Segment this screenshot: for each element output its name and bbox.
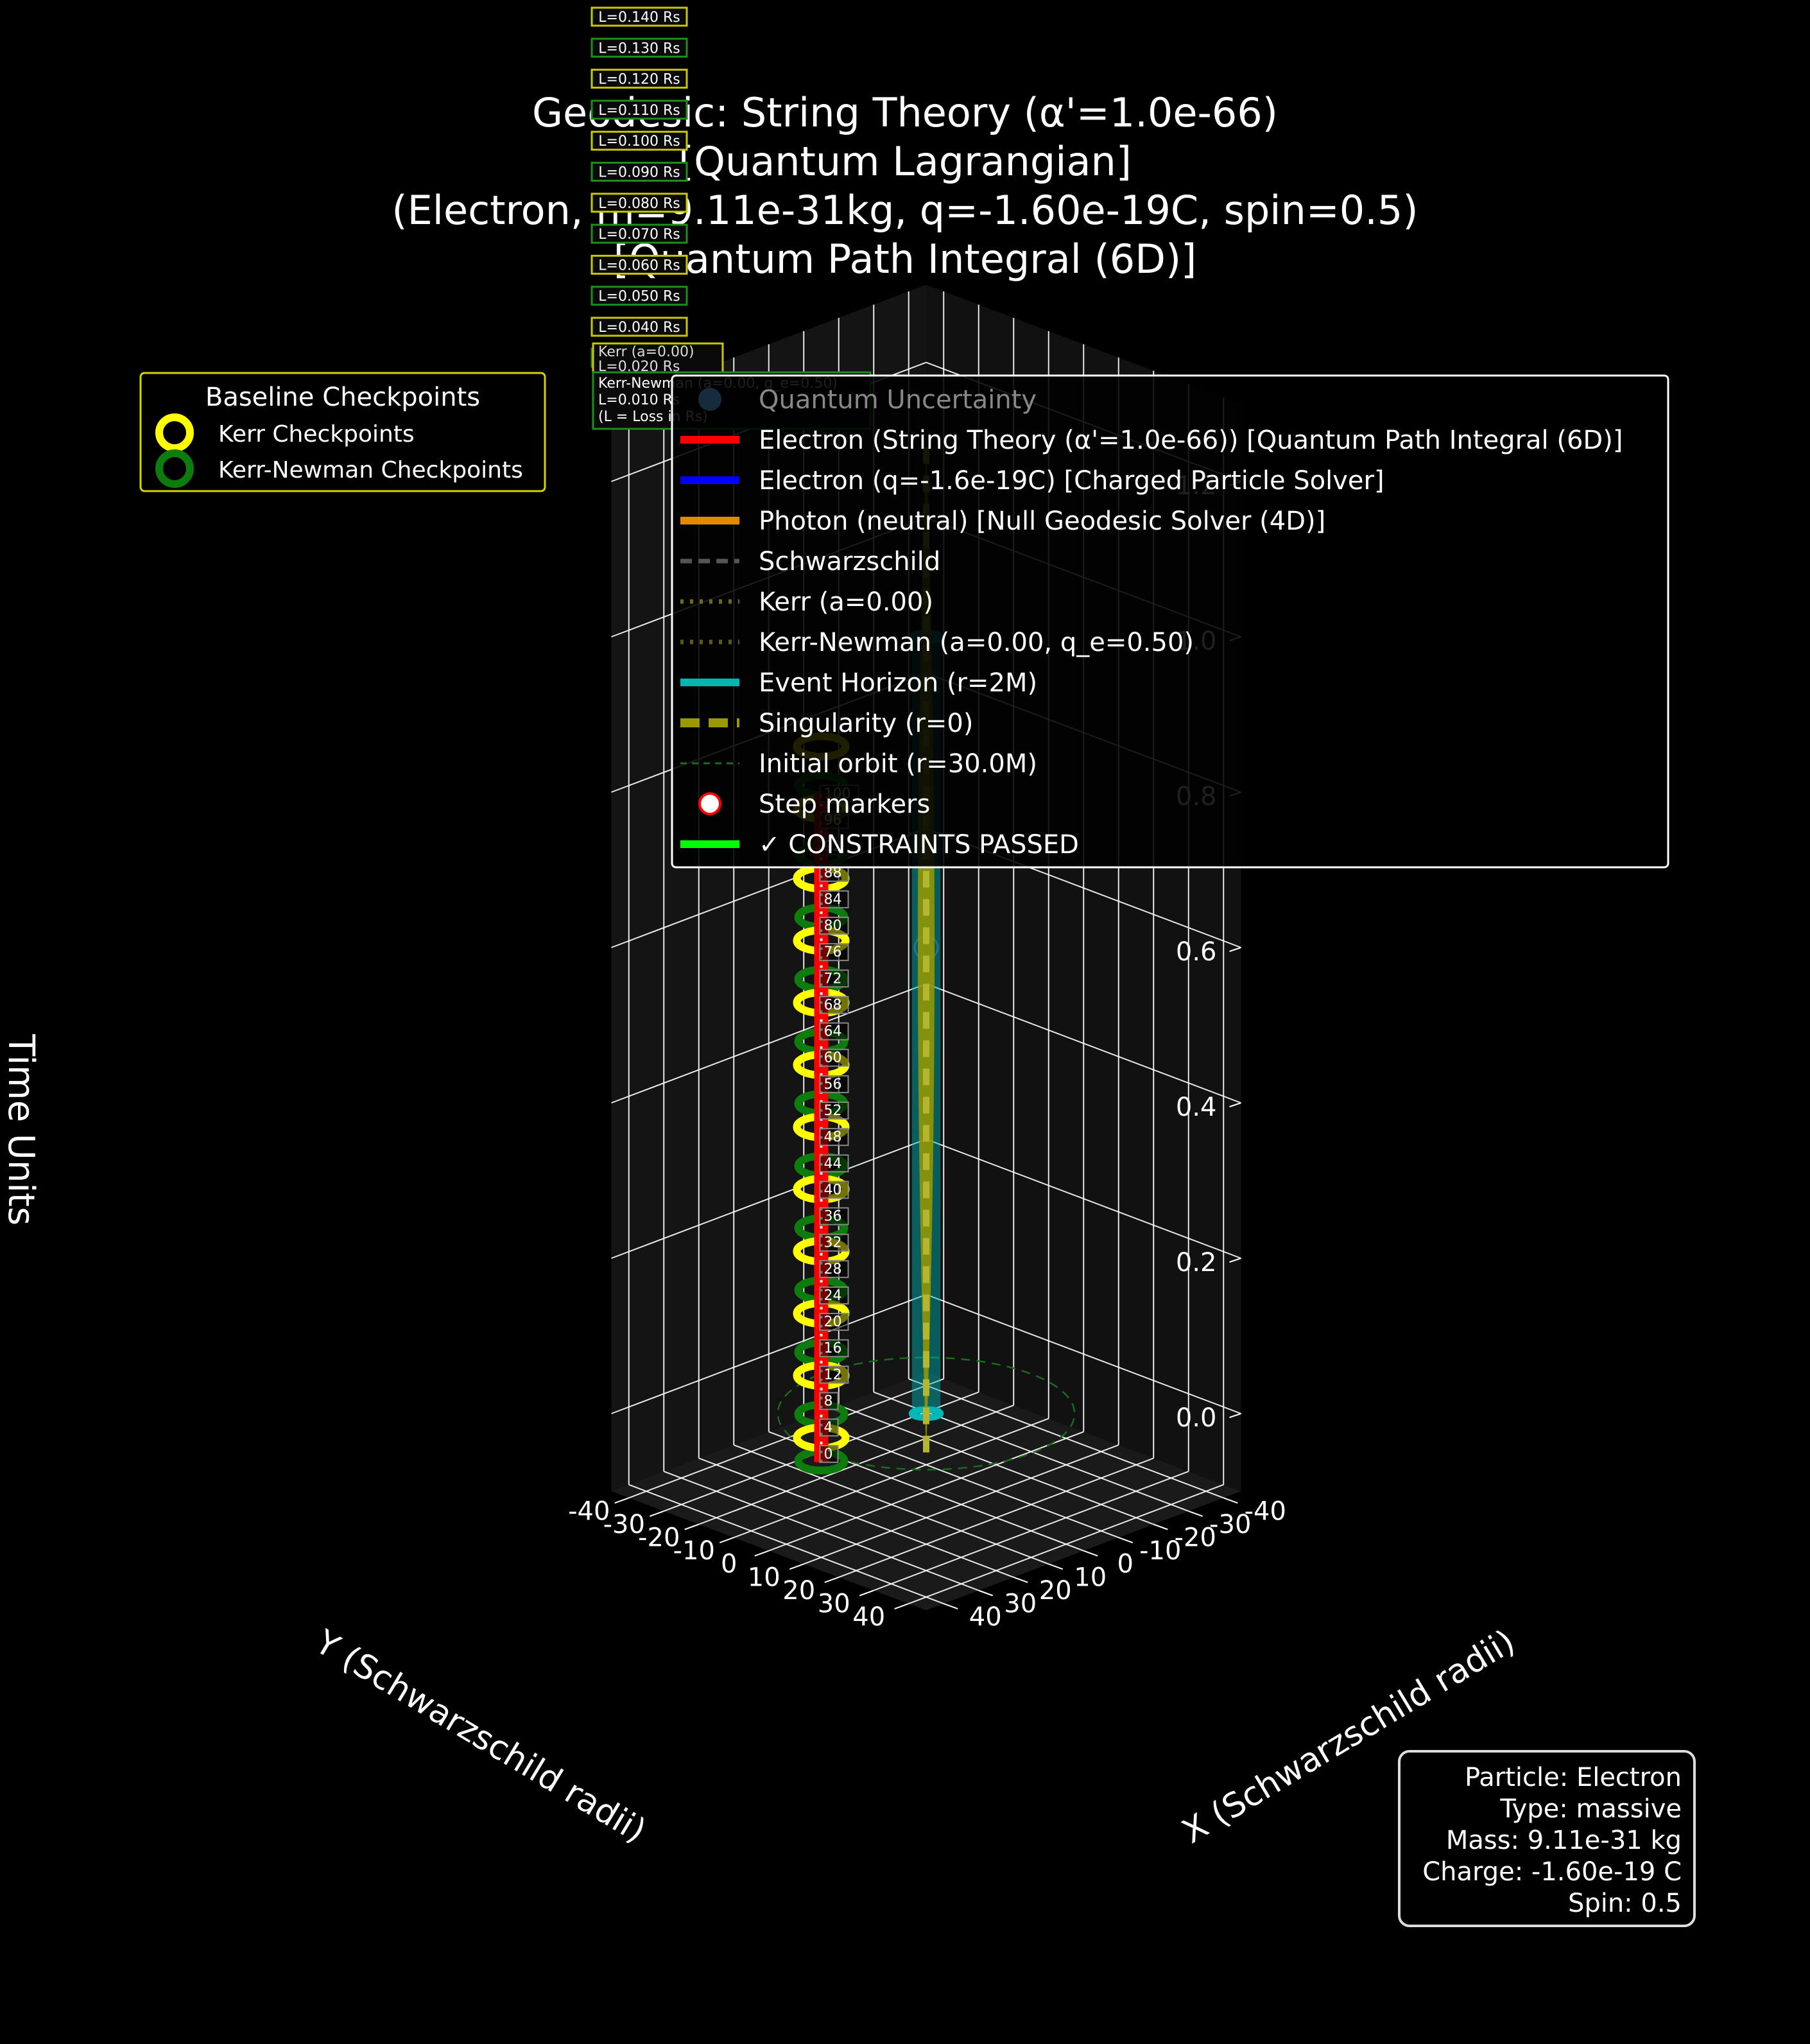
y-tick-label: -10 [673,1536,715,1566]
step-label: 40 [824,1182,842,1198]
legend-marker-uncertainty [698,388,721,411]
step-label: 4 [824,1420,833,1436]
loss-label: L=0.120 Rs [598,72,680,88]
legend-label: Electron (String Theory (α'=1.0e-66)) [Q… [759,426,1623,455]
loss-label: L=0.110 Rs [598,103,680,119]
step-label: 76 [824,944,842,960]
step-label: 52 [824,1103,842,1119]
step-label: 56 [824,1077,842,1093]
step-label: 80 [824,918,842,934]
legend-label: Step markers [759,790,930,819]
step-label: 28 [824,1261,842,1278]
loss-label: L=0.050 Rs [598,289,680,305]
z-tick-label: 0.6 [1176,937,1217,967]
z-tick-label: 0.2 [1176,1248,1217,1278]
y-tick-label: 20 [782,1576,815,1606]
legend-label: Schwarzschild [759,547,940,576]
checkpoint-legend-label: Kerr Checkpoints [218,421,415,447]
legend-label: Quantum Uncertainty [759,385,1037,415]
step-label: 48 [824,1129,842,1145]
checkpoint-legend: Baseline Checkpoints Kerr Checkpoints Kerr… [139,372,546,492]
y-tick-label: 0 [721,1550,737,1579]
step-label: 20 [824,1314,842,1330]
step-label: 8 [824,1394,833,1410]
legend-label: Initial orbit (r=30.0M) [759,749,1037,779]
legend-marker-step [698,792,721,815]
step-label: 68 [824,997,842,1013]
info-box-line: Type: massive [1499,1794,1682,1824]
info-box-line: Charge: -1.60e-19 C [1422,1857,1682,1887]
legend-label: Electron (q=-1.6e-19C) [Charged Particle… [759,466,1384,496]
z-tick-label: 0.4 [1176,1093,1217,1122]
info-box-line: Mass: 9.11e-31 kg [1446,1826,1682,1855]
x-tick-label: 10 [1074,1563,1107,1592]
info-box-line: Particle: Electron [1465,1763,1682,1792]
loss-label: L=0.040 Rs [598,320,680,336]
z-axis-label: Time Units [0,1034,42,1226]
title-line-2: [Quantum Lagrangian] [678,138,1132,185]
legend-label: Event Horizon (r=2M) [759,668,1037,698]
step-label: 0 [824,1446,833,1462]
loss-label: L=0.100 Rs [598,134,680,150]
loss-label: L=0.130 Rs [598,40,680,56]
y-tick-label: 10 [748,1563,780,1592]
loss-label: L=0.080 Rs [598,196,680,212]
info-box-line: Spin: 0.5 [1568,1889,1682,1918]
x-tick-label: 30 [1004,1589,1037,1619]
step-label: 12 [824,1367,842,1383]
loss-label: L=0.070 Rs [598,227,680,243]
main-legend: Quantum Uncertainty Electron (String Theo… [671,374,1669,869]
loss-label: L=0.140 Rs [598,10,680,26]
title-line-4: [Quantum Path Integral (6D)] [614,236,1197,282]
title-line-3: (Electron, m=9.11e-31kg, q=-1.60e-19C, s… [392,187,1418,234]
checkpoint-legend-label: Kerr-Newman Checkpoints [218,457,523,483]
step-label: 32 [824,1235,842,1251]
z-tick-label: 0.0 [1176,1403,1217,1433]
x-tick-label: -10 [1139,1536,1181,1566]
step-label: 36 [824,1209,842,1225]
loss-label: L=0.060 Rs [598,257,680,273]
checkpoint-legend-title: Baseline Checkpoints [205,383,480,412]
legend-label: Kerr-Newman (a=0.00, q_e=0.50) [759,628,1194,657]
step-label: 60 [824,1050,842,1066]
x-tick-label: 0 [1117,1550,1133,1579]
legend-label: Singularity (r=0) [759,709,973,738]
step-label: 84 [824,892,842,908]
x-tick-label: 40 [969,1602,1002,1632]
step-label: 44 [824,1156,842,1172]
legend-label: Kerr (a=0.00) [759,587,933,617]
geodesic-3d-chart: -40-30-20-10010203040-40-30-20-10 0 10 20 30… [0,0,1810,2044]
legend-label: ✓ CONSTRAINTS PASSED [759,830,1079,860]
step-label: 24 [824,1288,842,1304]
legend-label: Photon (neutral) [Null Geodesic Solver (… [759,507,1325,536]
y-tick-label: 40 [852,1602,885,1632]
y-tick-label: 30 [818,1589,850,1619]
info-box: Particle: ElectronType: massiveMass: 9.1… [1398,1750,1696,1927]
loss-box-line: L=0.010 Rs [598,392,680,408]
loss-box-kerr-line: Kerr (a=0.00) [598,344,694,360]
step-label: 64 [824,1024,842,1040]
loss-label: L=0.090 Rs [598,165,680,181]
step-label: 16 [824,1340,842,1356]
x-tick-label: 20 [1039,1576,1072,1606]
step-label: 72 [824,971,842,987]
